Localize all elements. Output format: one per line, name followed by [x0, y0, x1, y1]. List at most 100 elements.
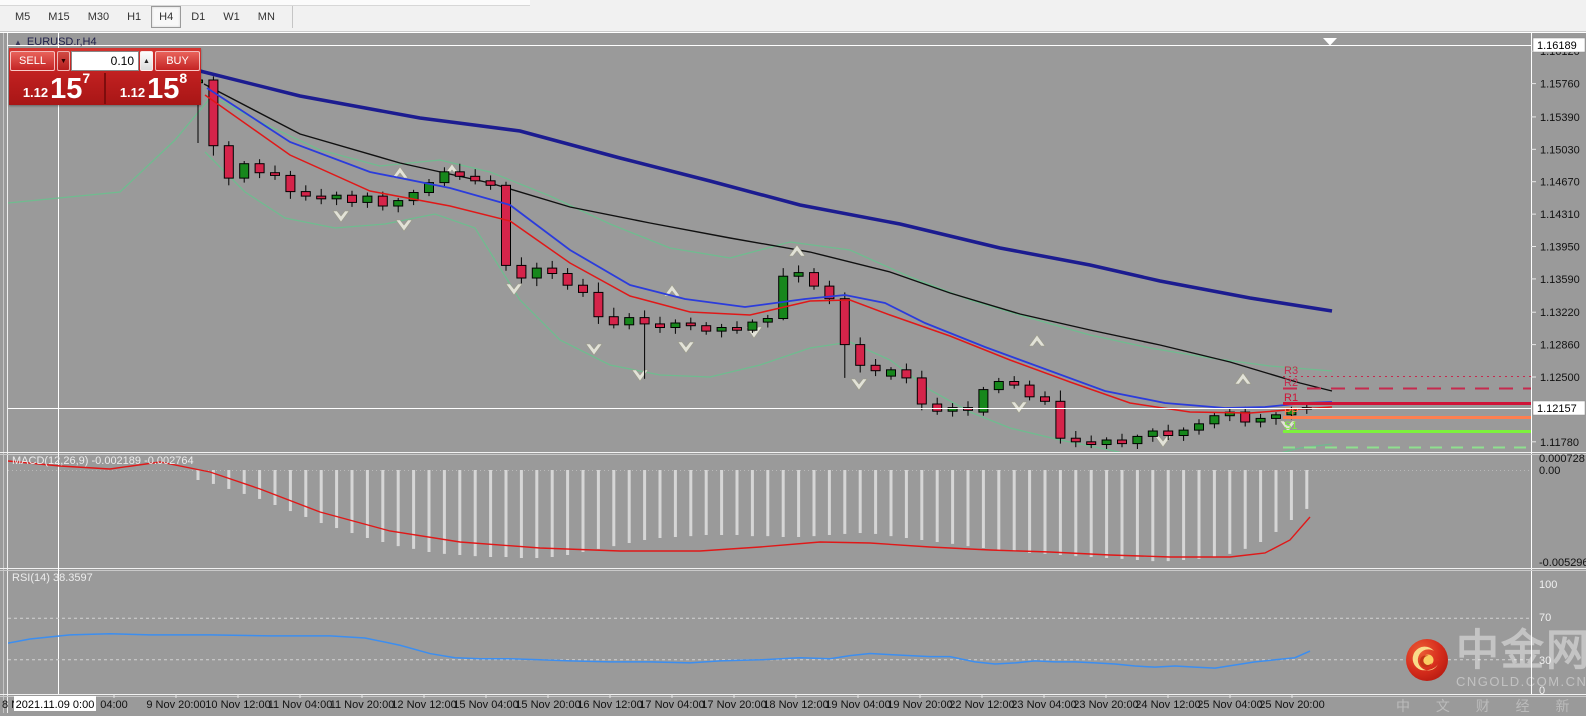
candle[interactable]	[578, 284, 588, 293]
timeframe-button-m15[interactable]: M15	[40, 6, 77, 28]
candle[interactable]	[516, 264, 527, 279]
macd-label: MACD(12,26,9) -0.002189 -0.002764	[12, 455, 194, 467]
candle[interactable]	[223, 145, 234, 179]
candle[interactable]	[362, 195, 373, 203]
main-chart-pane[interactable]	[8, 68, 1333, 466]
candle[interactable]	[1178, 429, 1189, 437]
candle[interactable]	[331, 194, 342, 200]
volume-input[interactable]	[71, 51, 139, 71]
candle[interactable]	[377, 195, 388, 207]
timeframe-button-m30[interactable]: M30	[80, 6, 117, 28]
candle[interactable]	[393, 200, 404, 207]
candle[interactable]	[1024, 384, 1035, 398]
candle[interactable]	[1070, 437, 1081, 443]
candle[interactable]	[855, 344, 866, 366]
timeframe-button-m5[interactable]: M5	[7, 6, 38, 28]
macd-pane[interactable]	[8, 460, 1531, 562]
candle[interactable]	[439, 171, 450, 184]
candle[interactable]	[300, 191, 311, 197]
candle[interactable]	[270, 172, 280, 176]
candle[interactable]	[655, 323, 665, 329]
candle[interactable]	[593, 291, 604, 318]
candle[interactable]	[839, 298, 850, 346]
sell-button[interactable]: SELL	[10, 51, 55, 71]
candle[interactable]	[639, 317, 650, 325]
chart-canvas[interactable]: R3R2R1PPS11.161201.157601.153901.150301.…	[0, 0, 1586, 713]
candle[interactable]	[254, 163, 265, 174]
candle[interactable]	[547, 267, 558, 275]
candle[interactable]	[1009, 381, 1020, 386]
candle[interactable]	[608, 316, 619, 326]
candle[interactable]	[239, 163, 250, 179]
svg-text:24 Nov 12:00: 24 Nov 12:00	[1135, 699, 1200, 711]
candle[interactable]	[701, 325, 712, 332]
candle[interactable]	[1132, 435, 1143, 445]
timeframe-button-mn[interactable]: MN	[250, 6, 283, 28]
candle[interactable]	[1209, 415, 1220, 425]
candle[interactable]	[778, 275, 789, 320]
candle[interactable]	[562, 273, 573, 286]
svg-text:9 Nov 20:00: 9 Nov 20:00	[146, 699, 205, 711]
rsi-pane[interactable]	[8, 617, 1531, 669]
macd-value: -0.002189	[91, 455, 142, 467]
sell-price-display[interactable]: 1.12 15 7	[9, 71, 106, 104]
candle[interactable]	[285, 174, 296, 193]
candle[interactable]	[485, 180, 496, 186]
candle[interactable]	[1101, 439, 1112, 446]
candle[interactable]	[1147, 430, 1158, 437]
svg-text:100: 100	[1539, 579, 1557, 591]
svg-text:17 Nov 20:00: 17 Nov 20:00	[701, 699, 766, 711]
candle[interactable]	[1040, 396, 1050, 402]
buy-price-prefix: 1.12	[119, 85, 146, 100]
candle[interactable]	[1194, 423, 1204, 431]
candle[interactable]	[685, 322, 696, 327]
candle[interactable]	[793, 272, 804, 277]
svg-text:1.15390: 1.15390	[1540, 112, 1580, 124]
rsi-value: 38.3597	[52, 572, 93, 584]
candle[interactable]	[1055, 400, 1066, 439]
svg-text:1.14310: 1.14310	[1540, 209, 1580, 221]
candle[interactable]	[531, 267, 542, 279]
sell-price-prefix: 1.12	[22, 85, 49, 100]
collapse-icon[interactable]: ▲	[14, 38, 22, 47]
candle[interactable]	[670, 322, 681, 329]
svg-text:25 Nov 04:00: 25 Nov 04:00	[1197, 699, 1262, 711]
volume-decrease-button[interactable]: ▼	[57, 51, 70, 71]
buy-price-display[interactable]: 1.12 15 8	[106, 71, 201, 105]
timeframe-button-h1[interactable]: H1	[119, 6, 149, 28]
candle[interactable]	[916, 377, 927, 405]
svg-text:18 Nov 12:00: 18 Nov 12:00	[763, 699, 828, 711]
candle[interactable]	[870, 364, 881, 372]
candle[interactable]	[454, 171, 465, 177]
candle[interactable]	[762, 318, 773, 323]
candle[interactable]	[316, 195, 327, 200]
timeframe-button-w1[interactable]: W1	[215, 6, 248, 28]
svg-text:0: 0	[1539, 685, 1545, 697]
volume-increase-button[interactable]: ▲	[140, 51, 153, 71]
buy-button[interactable]: BUY	[155, 51, 200, 71]
candle[interactable]	[993, 381, 1004, 391]
candle[interactable]	[932, 403, 943, 412]
buy-price-big: 15	[147, 72, 180, 105]
candle[interactable]	[886, 369, 896, 377]
candles	[193, 70, 1312, 450]
candle[interactable]	[716, 327, 727, 332]
candle[interactable]	[901, 369, 912, 379]
candle[interactable]	[1255, 417, 1266, 423]
candle[interactable]	[624, 317, 635, 326]
price-axis[interactable]: 1.161201.157601.153901.150301.146701.143…	[1531, 37, 1586, 697]
candle[interactable]	[1163, 430, 1174, 437]
candle[interactable]	[747, 321, 758, 331]
candle[interactable]	[501, 184, 511, 266]
candle[interactable]	[470, 175, 481, 182]
svg-text:11 Nov 04:00: 11 Nov 04:00	[268, 699, 333, 711]
candle[interactable]	[1117, 439, 1127, 445]
candle[interactable]	[1271, 414, 1281, 419]
candle[interactable]	[1086, 441, 1097, 446]
chart-title: ▲ EURUSD.r,H4	[14, 36, 97, 48]
timeframe-button-h4[interactable]: H4	[151, 6, 182, 28]
candle[interactable]	[809, 272, 819, 287]
candle[interactable]	[347, 194, 357, 203]
candle[interactable]	[732, 327, 742, 331]
timeframe-button-d1[interactable]: D1	[183, 6, 213, 28]
